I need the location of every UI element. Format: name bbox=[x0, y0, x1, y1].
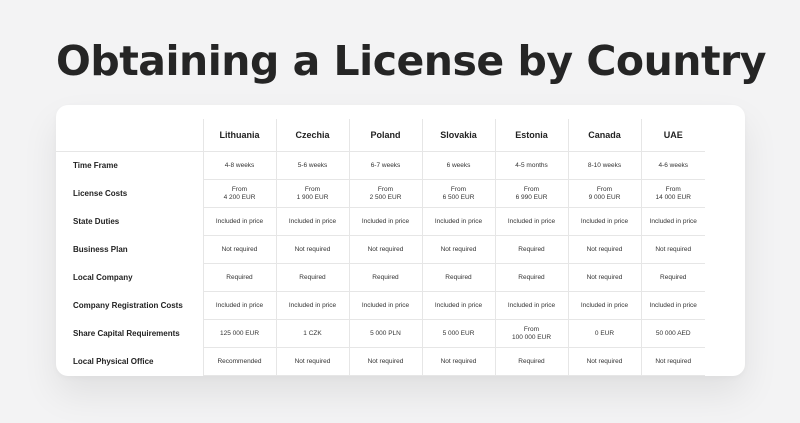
tail-spacer bbox=[56, 376, 203, 377]
table-cell: From 4 200 EUR bbox=[202, 179, 276, 208]
column-header-slovakia: Slovakia bbox=[421, 119, 495, 152]
table-row: Time Frame 4-8 weeks 5-6 weeks 6-7 weeks… bbox=[56, 151, 705, 180]
tail-cell bbox=[640, 375, 705, 376]
table-cell: 4-5 months bbox=[494, 151, 568, 180]
table-cell: From 100 000 EUR bbox=[494, 319, 568, 348]
table-row: State Duties Included in price Included … bbox=[56, 207, 705, 236]
table-cell: Included in price bbox=[494, 291, 568, 320]
table-cell: Not required bbox=[567, 347, 641, 376]
column-header-poland: Poland bbox=[348, 119, 422, 152]
table-row: License Costs From 4 200 EUR From 1 900 … bbox=[56, 179, 705, 208]
table-cell: Included in price bbox=[494, 207, 568, 236]
table-cell: 8-10 weeks bbox=[567, 151, 641, 180]
table-cell: From 1 900 EUR bbox=[275, 179, 349, 208]
table-cell: From 9 000 EUR bbox=[567, 179, 641, 208]
column-header-canada: Canada bbox=[567, 119, 641, 152]
tail-cell bbox=[421, 375, 495, 376]
table-cell: 5 000 EUR bbox=[421, 319, 495, 348]
table-cell: Required bbox=[348, 263, 422, 292]
table-cell: Required bbox=[421, 263, 495, 292]
header-row: Lithuania Czechia Poland Slovakia Estoni… bbox=[56, 119, 705, 152]
table-cell: 5-6 weeks bbox=[275, 151, 349, 180]
table-cell: Required bbox=[494, 263, 568, 292]
table-cell: Included in price bbox=[421, 291, 495, 320]
table-cell: Not required bbox=[348, 235, 422, 264]
table-cell: 6-7 weeks bbox=[348, 151, 422, 180]
table-cell: Included in price bbox=[202, 291, 276, 320]
table-cell: Required bbox=[640, 263, 705, 292]
table-cell: Not required bbox=[275, 347, 349, 376]
license-comparison-table: Lithuania Czechia Poland Slovakia Estoni… bbox=[56, 119, 705, 376]
table-cell: Required bbox=[494, 347, 568, 376]
table-cell: From 2 500 EUR bbox=[348, 179, 422, 208]
table-cell: 4-6 weeks bbox=[640, 151, 705, 180]
table-cell: Not required bbox=[275, 235, 349, 264]
table-cell: Included in price bbox=[202, 207, 276, 236]
table-cell: Required bbox=[202, 263, 276, 292]
table-row: Company Registration Costs Included in p… bbox=[56, 291, 705, 320]
column-header-estonia: Estonia bbox=[494, 119, 568, 152]
header-corner bbox=[56, 119, 203, 152]
row-label-license-costs: License Costs bbox=[73, 188, 128, 198]
table-cell: Included in price bbox=[275, 291, 349, 320]
row-label-local-physical-office: Local Physical Office bbox=[73, 356, 154, 366]
table-cell: Required bbox=[494, 235, 568, 264]
row-label-time-frame: Time Frame bbox=[73, 161, 118, 170]
table-cell: Included in price bbox=[640, 291, 705, 320]
table-cell: Not required bbox=[640, 235, 705, 264]
table-cell: 5 000 PLN bbox=[348, 319, 422, 348]
table-row: Share Capital Requirements 125 000 EUR 1… bbox=[56, 319, 705, 348]
table-cell: 1 CZK bbox=[275, 319, 349, 348]
tail-cell bbox=[494, 375, 568, 376]
tail-cell bbox=[348, 375, 422, 376]
row-label-local-company: Local Company bbox=[73, 272, 133, 282]
table-cell: Included in price bbox=[275, 207, 349, 236]
table-row: Local Company Required Required Required… bbox=[56, 263, 705, 292]
row-label-share-capital-requirements: Share Capital Requirements bbox=[73, 328, 180, 338]
comparison-card: Lithuania Czechia Poland Slovakia Estoni… bbox=[56, 105, 745, 376]
table-cell: Not required bbox=[640, 347, 705, 376]
table-cell: Included in price bbox=[567, 291, 641, 320]
table-cell: Included in price bbox=[421, 207, 495, 236]
table-cell: Not required bbox=[567, 263, 641, 292]
table-cell: 4-8 weeks bbox=[202, 151, 276, 180]
tail-cell bbox=[202, 375, 276, 376]
table-tail-row bbox=[56, 375, 705, 377]
table-cell: Recommended bbox=[202, 347, 276, 376]
tail-cell bbox=[275, 375, 349, 376]
table-cell: From 14 000 EUR bbox=[640, 179, 705, 208]
tail-cell bbox=[567, 375, 641, 376]
table-row: Business Plan Not required Not required … bbox=[56, 235, 705, 264]
table-cell: 6 weeks bbox=[421, 151, 495, 180]
table-row: Local Physical Office Recommended Not re… bbox=[56, 347, 705, 376]
table-cell: Not required bbox=[421, 347, 495, 376]
table-cell: 125 000 EUR bbox=[202, 319, 276, 348]
column-header-czechia: Czechia bbox=[275, 119, 349, 152]
row-label-company-registration-costs: Company Registration Costs bbox=[73, 300, 183, 310]
table-cell: Included in price bbox=[567, 207, 641, 236]
table-cell: Not required bbox=[348, 347, 422, 376]
table-cell: From 6 990 EUR bbox=[494, 179, 568, 208]
table-cell: 50 000 AED bbox=[640, 319, 705, 348]
column-header-uae: UAE bbox=[640, 119, 705, 152]
table-cell: Included in price bbox=[348, 291, 422, 320]
table-cell: Not required bbox=[202, 235, 276, 264]
table-cell: Required bbox=[275, 263, 349, 292]
column-header-lithuania: Lithuania bbox=[202, 119, 276, 152]
table-cell: Included in price bbox=[348, 207, 422, 236]
page-title: Obtaining a License by Country bbox=[56, 37, 767, 85]
table-cell: 0 EUR bbox=[567, 319, 641, 348]
table-cell: Not required bbox=[567, 235, 641, 264]
table-cell: Included in price bbox=[640, 207, 705, 236]
table-cell: From 6 500 EUR bbox=[421, 179, 495, 208]
row-label-business-plan: Business Plan bbox=[73, 244, 128, 254]
row-label-state-duties: State Duties bbox=[73, 216, 120, 226]
table-cell: Not required bbox=[421, 235, 495, 264]
